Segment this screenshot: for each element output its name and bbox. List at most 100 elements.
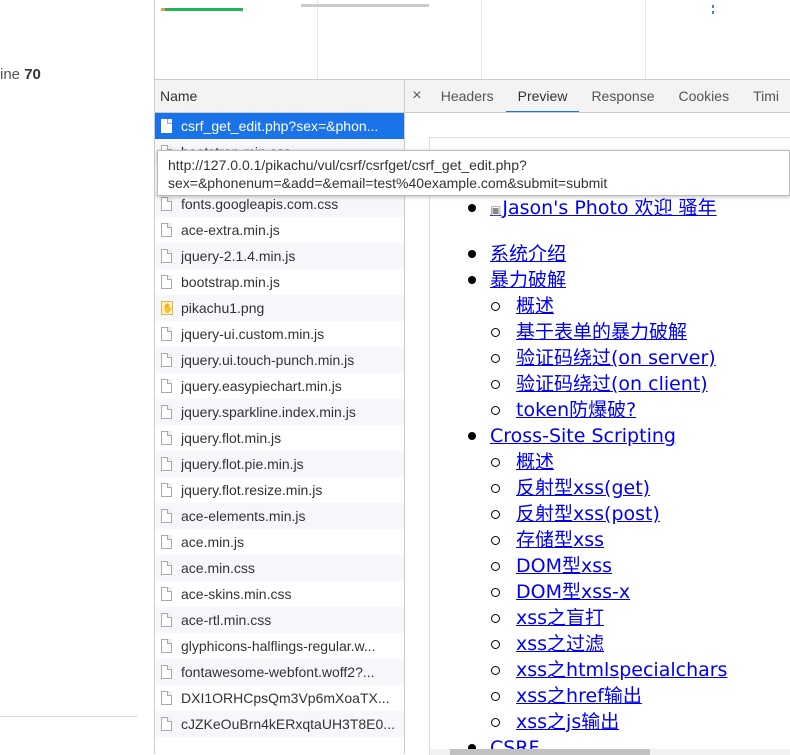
broken-image-alt-text: Jason's Photo 欢迎 骚年 xyxy=(502,197,717,219)
request-row[interactable]: DXI1ORHCpsQm3Vp6mXoaTX... xyxy=(155,685,404,711)
request-row[interactable]: jquery.flot.pie.min.js xyxy=(155,451,404,477)
document-file-icon xyxy=(161,717,172,731)
menu-link[interactable]: 反射型xss(get) xyxy=(516,475,650,501)
request-row[interactable]: jquery-2.1.4.min.js xyxy=(155,243,404,269)
request-list: csrf_get_edit.php?sex=&phon... bootstrap.… xyxy=(155,113,404,737)
menu-link[interactable]: xss之js输出 xyxy=(516,709,619,735)
request-row[interactable]: ace-elements.min.js xyxy=(155,503,404,529)
scrollbar-thumb[interactable] xyxy=(450,749,650,755)
preview-pane[interactable]: ▣Jason's Photo 欢迎 骚年 系统介绍 暴力破解 概述 基于表单的暴力破解验… xyxy=(429,137,790,755)
document-file-icon xyxy=(161,353,172,367)
document-file-icon xyxy=(161,457,172,471)
list-bullet xyxy=(491,328,500,337)
request-name: ace-rtl.min.css xyxy=(181,612,272,628)
tab-timi[interactable]: Timi xyxy=(741,80,790,112)
source-gutter: ine 70 xyxy=(0,0,154,753)
request-name: jquery.easypiechart.min.js xyxy=(181,378,342,394)
request-name: ace.min.css xyxy=(181,560,255,576)
tab-cookies[interactable]: Cookies xyxy=(666,80,741,112)
list-bullet xyxy=(491,406,500,415)
menu-link[interactable]: 暴力破解 xyxy=(490,267,566,293)
name-column-header[interactable]: Name xyxy=(155,80,404,113)
request-name: fontawesome-webfont.woff2?... xyxy=(181,664,375,680)
document-file-icon xyxy=(161,249,172,263)
list-bullet xyxy=(491,588,500,597)
request-row[interactable]: jquery.sparkline.index.min.js xyxy=(155,399,404,425)
close-icon[interactable]: × xyxy=(405,80,429,112)
request-row[interactable]: jquery.easypiechart.min.js xyxy=(155,373,404,399)
request-name: ace-extra.min.js xyxy=(181,222,280,238)
menu-link[interactable]: xss之href输出 xyxy=(516,683,642,709)
broken-image-icon: ▣ xyxy=(490,203,502,217)
broken-image-link[interactable]: ▣Jason's Photo 欢迎 骚年 xyxy=(490,195,717,221)
request-row[interactable]: ✋ pikachu1.png xyxy=(155,295,404,321)
timeline-mark xyxy=(712,11,714,14)
request-row[interactable]: ace-extra.min.js xyxy=(155,217,404,243)
document-file-icon xyxy=(161,587,172,601)
request-name: DXI1ORHCpsQm3Vp6mXoaTX... xyxy=(181,690,390,706)
request-row[interactable]: ace.min.css xyxy=(155,555,404,581)
list-bullet xyxy=(491,510,500,519)
request-row[interactable]: fontawesome-webfont.woff2?... xyxy=(155,659,404,685)
request-row[interactable]: csrf_get_edit.php?sex=&phon... xyxy=(155,113,404,139)
menu-link[interactable]: 存储型xss xyxy=(516,527,604,553)
timeline-bar-download xyxy=(165,8,243,11)
image-file-icon: ✋ xyxy=(161,301,174,315)
list-bullet xyxy=(491,718,500,727)
request-name: cJZKeOuBrn4kERxqtaUH3T8E0... xyxy=(181,716,395,732)
request-row[interactable]: glyphicons-halflings-regular.w... xyxy=(155,633,404,659)
request-row[interactable]: jquery.flot.min.js xyxy=(155,425,404,451)
line-indicator: ine 70 xyxy=(0,66,41,83)
menu-link[interactable]: 概述 xyxy=(516,293,554,319)
request-name: jquery.flot.resize.min.js xyxy=(181,482,323,498)
menu-link[interactable]: DOM型xss xyxy=(516,553,612,579)
document-file-icon xyxy=(161,535,172,549)
network-timeline-overview[interactable] xyxy=(154,0,790,79)
request-name: jquery-ui.custom.min.js xyxy=(181,326,325,342)
detail-tabs: × Headers Preview Response Cookies Timi xyxy=(405,80,790,113)
request-row[interactable]: cJZKeOuBrn4kERxqtaUH3T8E0... xyxy=(155,711,404,737)
line-number: 70 xyxy=(24,66,41,83)
request-row[interactable]: ace-skins.min.css xyxy=(155,581,404,607)
document-file-icon xyxy=(161,275,172,289)
menu-link[interactable]: 概述 xyxy=(516,449,554,475)
url-tooltip: http://127.0.0.1/pikachu/vul/csrf/csrfge… xyxy=(157,150,790,196)
menu-link[interactable]: 系统介绍 xyxy=(490,241,566,267)
list-bullet xyxy=(491,484,500,493)
list-bullet xyxy=(468,204,476,212)
menu-link[interactable]: DOM型xss-x xyxy=(516,579,630,605)
menu-link[interactable]: token防爆破? xyxy=(516,397,636,423)
menu-link[interactable]: xss之htmlspecialchars xyxy=(516,657,727,683)
menu-link[interactable]: xss之过滤 xyxy=(516,631,604,657)
menu-link[interactable]: 验证码绕过(on client) xyxy=(516,371,708,397)
list-bullet xyxy=(491,380,500,389)
menu-link[interactable]: 基于表单的暴力破解 xyxy=(516,319,687,345)
document-file-icon xyxy=(161,119,172,133)
request-row[interactable]: jquery.flot.resize.min.js xyxy=(155,477,404,503)
timeline-gridline xyxy=(645,0,646,79)
menu-link[interactable]: Cross-Site Scripting xyxy=(490,423,676,449)
list-bullet xyxy=(491,666,500,675)
tab-headers[interactable]: Headers xyxy=(429,80,506,112)
horizontal-scrollbar[interactable] xyxy=(430,749,790,755)
gutter-divider xyxy=(0,716,138,717)
request-row[interactable]: jquery-ui.custom.min.js xyxy=(155,321,404,347)
request-row[interactable]: ace.min.js xyxy=(155,529,404,555)
document-file-icon xyxy=(161,691,172,705)
menu-link[interactable]: 反射型xss(post) xyxy=(516,501,660,527)
request-name: bootstrap.min.js xyxy=(181,274,280,290)
request-name: ace-skins.min.css xyxy=(181,586,292,602)
request-row[interactable]: jquery.ui.touch-punch.min.js xyxy=(155,347,404,373)
document-file-icon xyxy=(161,327,172,341)
list-bullet xyxy=(491,614,500,623)
request-row[interactable]: ace-rtl.min.css xyxy=(155,607,404,633)
request-name: jquery.ui.touch-punch.min.js xyxy=(181,352,355,368)
tab-preview[interactable]: Preview xyxy=(505,80,580,112)
menu-link[interactable]: xss之盲打 xyxy=(516,605,604,631)
list-bullet xyxy=(491,458,500,467)
menu-link[interactable]: 验证码绕过(on server) xyxy=(516,345,716,371)
line-prefix: ine xyxy=(0,66,21,83)
tab-response[interactable]: Response xyxy=(579,80,666,112)
request-name: ace.min.js xyxy=(181,534,245,550)
request-row[interactable]: bootstrap.min.js xyxy=(155,269,404,295)
